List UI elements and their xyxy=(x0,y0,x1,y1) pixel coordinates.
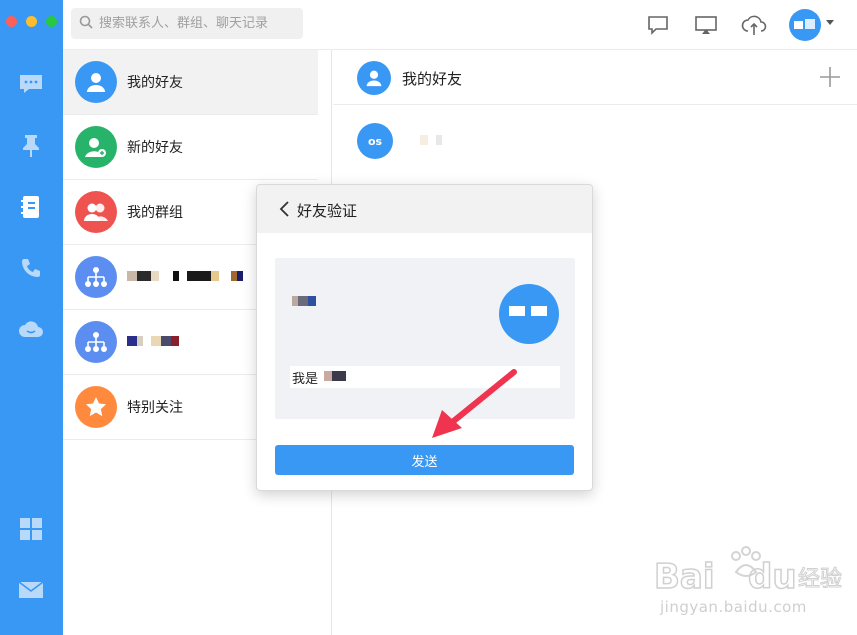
list-item-label: 我的好友 xyxy=(127,75,183,91)
user-icon xyxy=(75,61,117,103)
redacted-name xyxy=(127,334,179,350)
friend-avatar[interactable]: os xyxy=(357,123,393,159)
annotation-arrow-icon xyxy=(432,369,517,438)
phone-icon[interactable] xyxy=(17,254,45,282)
search-icon xyxy=(79,15,93,33)
svg-text:du: du xyxy=(748,557,797,597)
org-chart-icon xyxy=(75,256,117,298)
apps-grid-icon[interactable] xyxy=(17,515,45,543)
maximize-window-button[interactable] xyxy=(46,16,57,27)
dialog-title: 好友验证 xyxy=(297,202,358,220)
nav-rail xyxy=(0,0,63,635)
add-icon[interactable] xyxy=(819,66,841,88)
redacted-name xyxy=(127,269,243,285)
svg-text:经验: 经验 xyxy=(798,567,842,592)
message-icon[interactable] xyxy=(17,70,45,98)
pin-icon[interactable] xyxy=(17,132,45,160)
org-chart-icon xyxy=(75,321,117,363)
list-item-label: 新的好友 xyxy=(127,140,183,156)
message-prefix: 我是 xyxy=(292,371,319,387)
back-icon[interactable] xyxy=(279,201,291,217)
redacted-name xyxy=(420,133,442,149)
mail-icon[interactable] xyxy=(17,576,45,604)
screen-share-icon[interactable] xyxy=(693,12,719,38)
group-icon xyxy=(75,191,117,233)
list-item-label: 特别关注 xyxy=(127,400,183,416)
send-button[interactable]: 发送 xyxy=(275,445,574,475)
redacted-name xyxy=(292,294,316,310)
list-item-new-friends[interactable]: 新的好友 xyxy=(63,115,318,180)
user-icon xyxy=(357,61,391,95)
list-item-my-friends[interactable]: 我的好友 xyxy=(63,50,318,115)
watermark-text: jingyan.baidu.com xyxy=(660,598,807,616)
cloud-upload-icon[interactable] xyxy=(741,12,767,38)
friend-verification-dialog: 好友验证 我是 发送 xyxy=(256,184,593,491)
redacted-name xyxy=(324,369,347,385)
search-input[interactable] xyxy=(99,16,299,31)
pane-header: 我的好友 xyxy=(333,50,857,105)
close-window-button[interactable] xyxy=(6,16,17,27)
add-user-icon xyxy=(75,126,117,168)
chat-bubble-icon[interactable] xyxy=(645,12,671,38)
avatar xyxy=(499,284,559,344)
request-card: 我是 xyxy=(275,258,575,419)
top-bar xyxy=(63,0,857,50)
page-title: 我的好友 xyxy=(402,70,463,88)
chevron-down-icon[interactable] xyxy=(826,20,834,25)
minimize-window-button[interactable] xyxy=(26,16,37,27)
contacts-book-icon[interactable] xyxy=(17,193,45,221)
star-icon xyxy=(75,386,117,428)
dialog-header: 好友验证 xyxy=(257,185,592,233)
list-item-label: 我的群组 xyxy=(127,205,183,221)
cloud-icon[interactable] xyxy=(17,315,45,343)
search-box[interactable] xyxy=(71,8,303,39)
svg-text:Bai: Bai xyxy=(654,557,715,597)
avatar[interactable] xyxy=(789,9,821,41)
